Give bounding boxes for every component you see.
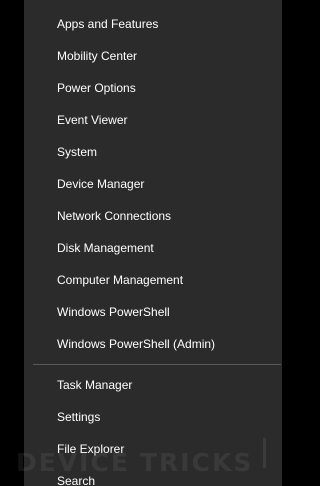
menu-item-system[interactable]: System [24,136,282,168]
menu-item-network-connections[interactable]: Network Connections [24,200,282,232]
menu-divider [33,364,281,365]
menu-item-file-explorer[interactable]: File Explorer [24,433,282,465]
menu-item-device-manager[interactable]: Device Manager [24,168,282,200]
background-strip-left [0,0,24,486]
menu-item-search[interactable]: Search [24,465,282,486]
background-strip-right [282,0,287,486]
quick-link-menu: Apps and Features Mobility Center Power … [24,0,282,486]
menu-item-computer-management[interactable]: Computer Management [24,264,282,296]
menu-item-task-manager[interactable]: Task Manager [24,369,282,401]
menu-item-disk-management[interactable]: Disk Management [24,232,282,264]
menu-item-mobility-center[interactable]: Mobility Center [24,40,282,72]
menu-item-settings[interactable]: Settings [24,401,282,433]
menu-item-event-viewer[interactable]: Event Viewer [24,104,282,136]
menu-item-windows-powershell[interactable]: Windows PowerShell [24,296,282,328]
menu-item-apps-and-features[interactable]: Apps and Features [24,8,282,40]
menu-item-windows-powershell-admin[interactable]: Windows PowerShell (Admin) [24,328,282,360]
menu-item-power-options[interactable]: Power Options [24,72,282,104]
